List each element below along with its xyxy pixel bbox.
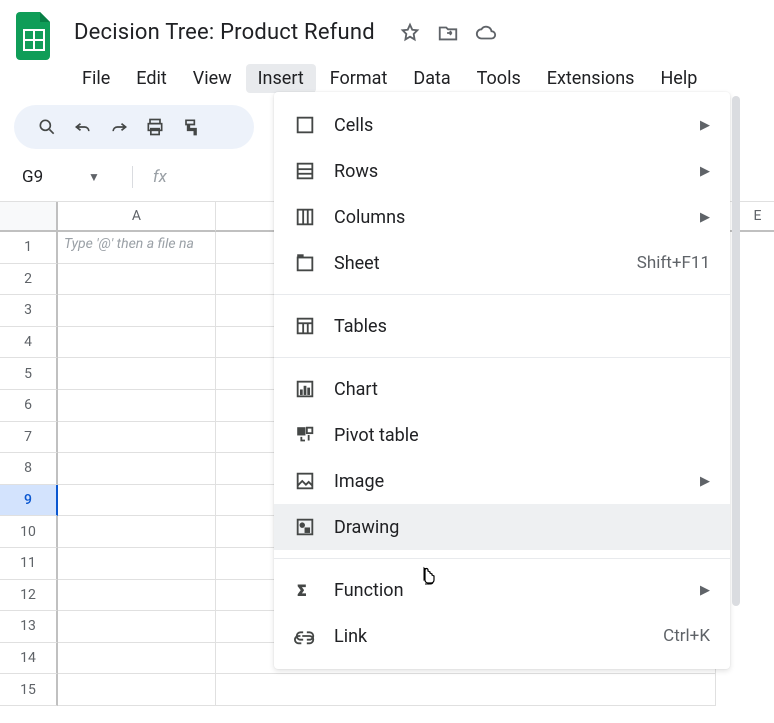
cell[interactable]	[58, 548, 216, 580]
row-header[interactable]: 5	[0, 358, 58, 390]
insert-link[interactable]: Link Ctrl+K	[274, 613, 730, 659]
menu-format[interactable]: Format	[318, 64, 400, 93]
row-header[interactable]: 1	[0, 232, 58, 264]
chevron-right-icon: ▶	[700, 474, 710, 489]
cell[interactable]	[58, 390, 216, 422]
cell[interactable]	[58, 611, 216, 643]
redo-icon[interactable]	[102, 110, 136, 144]
document-title[interactable]: Decision Tree: Product Refund	[68, 16, 381, 49]
insert-tables[interactable]: Tables	[274, 303, 730, 349]
insert-dropdown-menu: Cells ▶ Rows ▶ Columns ▶ Sheet Shift+F11…	[274, 92, 730, 669]
insert-rows[interactable]: Rows ▶	[274, 148, 730, 194]
row-header[interactable]: 7	[0, 422, 58, 454]
columns-icon	[294, 206, 316, 228]
menu-data[interactable]: Data	[401, 64, 462, 93]
chevron-right-icon: ▶	[700, 118, 710, 133]
insert-drawing[interactable]: Drawing	[274, 504, 730, 550]
row-header[interactable]: 12	[0, 580, 58, 612]
image-icon	[294, 470, 316, 492]
cursor-pointer-icon	[418, 566, 438, 594]
insert-sheet[interactable]: Sheet Shift+F11	[274, 240, 730, 286]
cell[interactable]	[58, 580, 216, 612]
cell[interactable]	[58, 516, 216, 548]
cell[interactable]	[58, 485, 216, 517]
row-header[interactable]: 3	[0, 295, 58, 327]
rows-icon	[294, 160, 316, 182]
menu-file[interactable]: File	[70, 64, 122, 93]
insert-cells[interactable]: Cells ▶	[274, 102, 730, 148]
toolbar	[14, 105, 254, 149]
move-icon[interactable]	[437, 22, 459, 48]
menu-extensions[interactable]: Extensions	[535, 64, 647, 93]
cell[interactable]: Type '@' then a file na	[58, 232, 216, 264]
menu-insert[interactable]: Insert	[246, 64, 316, 93]
chevron-right-icon: ▶	[700, 583, 710, 598]
cell[interactable]	[58, 264, 216, 296]
select-all-corner[interactable]	[0, 202, 58, 232]
row-header[interactable]: 8	[0, 453, 58, 485]
function-icon: Σ	[294, 579, 316, 601]
insert-chart[interactable]: Chart	[274, 366, 730, 412]
insert-function[interactable]: Σ Function ▶	[274, 567, 730, 613]
sheet-icon	[294, 252, 316, 274]
divider	[274, 558, 730, 559]
cell-reference[interactable]: G9	[14, 163, 78, 191]
insert-image[interactable]: Image ▶	[274, 458, 730, 504]
sheets-logo[interactable]	[14, 8, 54, 60]
cell[interactable]	[58, 453, 216, 485]
chart-icon	[294, 378, 316, 400]
row-header[interactable]: 14	[0, 643, 58, 675]
cell[interactable]	[58, 358, 216, 390]
cell[interactable]	[58, 674, 216, 706]
row-header[interactable]: 9	[0, 485, 58, 517]
tables-icon	[294, 315, 316, 337]
divider	[274, 294, 730, 295]
drawing-icon	[294, 516, 316, 538]
formula-fx-label: fx	[153, 167, 167, 187]
chevron-right-icon: ▶	[700, 210, 710, 225]
cell[interactable]	[58, 422, 216, 454]
search-icon[interactable]	[30, 110, 64, 144]
menu-edit[interactable]: Edit	[124, 64, 178, 93]
row-header[interactable]: 4	[0, 327, 58, 359]
menu-help[interactable]: Help	[648, 64, 709, 93]
svg-text:Σ: Σ	[298, 582, 306, 600]
row-header[interactable]: 6	[0, 390, 58, 422]
menu-view[interactable]: View	[181, 64, 244, 93]
print-icon[interactable]	[138, 110, 172, 144]
cell[interactable]	[216, 674, 716, 706]
undo-icon[interactable]	[66, 110, 100, 144]
chevron-right-icon: ▶	[700, 164, 710, 179]
link-icon	[294, 625, 316, 647]
paint-format-icon[interactable]	[174, 110, 208, 144]
scrollbar[interactable]	[732, 96, 740, 606]
insert-columns[interactable]: Columns ▶	[274, 194, 730, 240]
cell[interactable]	[58, 295, 216, 327]
row-header[interactable]: 2	[0, 264, 58, 296]
pivot-icon	[294, 424, 316, 446]
star-icon[interactable]	[399, 22, 421, 48]
divider	[132, 166, 133, 188]
cell[interactable]	[58, 327, 216, 359]
row-header[interactable]: 15	[0, 674, 58, 706]
cell[interactable]	[58, 643, 216, 675]
chevron-down-icon[interactable]: ▼	[88, 170, 100, 184]
row-header[interactable]: 11	[0, 548, 58, 580]
menu-tools[interactable]: Tools	[465, 64, 533, 93]
divider	[274, 357, 730, 358]
insert-pivot-table[interactable]: Pivot table	[274, 412, 730, 458]
row-header[interactable]: 13	[0, 611, 58, 643]
cells-icon	[294, 114, 316, 136]
column-header-a[interactable]: A	[58, 202, 216, 232]
cloud-status-icon[interactable]	[475, 22, 497, 48]
row-header[interactable]: 10	[0, 516, 58, 548]
